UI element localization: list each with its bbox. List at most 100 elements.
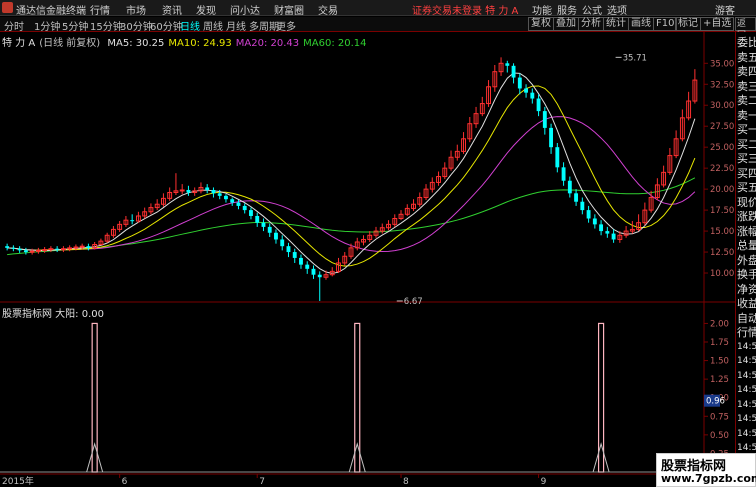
candle-body-down	[261, 222, 266, 227]
indicator-spike-line	[86, 442, 104, 473]
user-guest[interactable]: 游客	[715, 2, 735, 17]
title-bar: 通达信金融终端 行情 市场 资讯 发现 问小达 财富圈 交易 证券交易未登录 特…	[0, 0, 756, 17]
side-panel-item: 自动	[737, 311, 756, 325]
y-tick-label: 30.00	[710, 101, 734, 111]
indicator-spike-line	[592, 442, 610, 473]
side-panel-item: 14:50	[737, 341, 756, 352]
side-panel-item: 涨幅	[737, 224, 756, 238]
candle-body-down	[561, 167, 566, 181]
side-panel-item: 14:50	[737, 356, 756, 366]
period-monthly[interactable]: 月线	[226, 18, 246, 33]
candle-body-down	[286, 246, 291, 253]
menu-item-wealth[interactable]: 财富圈	[274, 2, 304, 17]
candle-body-down	[224, 195, 228, 200]
y-tick-label: 22.50	[710, 164, 734, 174]
candle-body-down	[242, 205, 247, 211]
overlay-button[interactable]: 叠加	[553, 17, 579, 31]
period-15min[interactable]: 15分钟	[90, 18, 123, 33]
candle-body-down	[599, 224, 604, 232]
period-more[interactable]: 更多	[276, 18, 296, 33]
candle-body-up	[35, 249, 41, 252]
side-panel-item: 14:50	[737, 385, 756, 395]
y-tick-label: 32.50	[710, 80, 734, 90]
side-panel-item: 14:50	[737, 428, 756, 439]
menu-item-service[interactable]: 服务	[557, 2, 577, 17]
candle-body-down	[205, 187, 210, 190]
side-panel-item: 买三	[737, 152, 756, 165]
candle-body-down	[611, 233, 616, 240]
menu-item-formula[interactable]: 公式	[582, 2, 602, 17]
menu-item-quotes[interactable]: 行情	[90, 2, 110, 17]
menu-item-options[interactable]: 选项	[607, 2, 627, 17]
period-5min[interactable]: 5分钟	[62, 18, 88, 33]
extreme-label: 35.71	[623, 53, 647, 63]
menu-item-ask[interactable]: 问小达	[230, 2, 260, 17]
menu-item-market[interactable]: 市场	[126, 2, 146, 17]
site-watermark: 股票指标网 www.7gpzb.com	[656, 453, 756, 487]
side-panel-item: 净资	[737, 282, 756, 296]
side-panel-item: 14:50	[737, 414, 756, 424]
period-intraday[interactable]: 分时	[4, 18, 24, 33]
f10-button[interactable]: F10	[653, 17, 678, 31]
side-panel-item: 卖一	[737, 108, 756, 122]
period-30min[interactable]: 30分钟	[120, 18, 153, 33]
sub-y-tick-label: 1.25	[710, 375, 729, 385]
candle-body-down	[5, 246, 10, 248]
x-tick-label: 8	[403, 477, 409, 487]
extreme-label: 6.67	[404, 297, 423, 307]
menu-item-discover[interactable]: 发现	[196, 2, 216, 17]
login-notice[interactable]: 证券交易未登录 特 力 A	[412, 2, 518, 17]
menu-item-function[interactable]: 功能	[532, 2, 552, 17]
candle-body-down	[292, 252, 297, 258]
candle-body-down	[555, 147, 560, 168]
y-tick-label: 27.50	[710, 122, 734, 132]
mark-button[interactable]: 标记	[675, 17, 701, 31]
period-1min[interactable]: 1分钟	[34, 18, 60, 33]
period-daily[interactable]: 日线	[180, 18, 200, 33]
side-panel-item: 总量	[737, 239, 756, 252]
period-weekly[interactable]: 周线	[203, 18, 223, 33]
candle-body-down	[17, 248, 22, 251]
add-watchlist-button[interactable]: +自选	[700, 17, 735, 31]
draw-button[interactable]: 画线	[628, 17, 654, 31]
candle-body-down	[505, 63, 510, 66]
side-panel-item: 卖四	[737, 65, 756, 78]
candle-body-down	[311, 268, 316, 275]
analysis-button[interactable]: 分析	[578, 17, 604, 31]
ma10-line	[7, 85, 696, 267]
candle-body-down	[517, 77, 522, 89]
side-panel-item: 14:50	[737, 399, 756, 410]
y-tick-label: 12.50	[710, 248, 734, 258]
watermark-url: www.7gpzb.com	[661, 472, 756, 485]
candle-body-down	[186, 189, 191, 193]
adjust-button[interactable]: 复权	[528, 17, 554, 31]
candle-body-up	[42, 249, 48, 252]
y-tick-label: 25.00	[710, 143, 734, 153]
candle-body-up	[29, 250, 35, 253]
side-panel-item: 收益	[737, 297, 756, 310]
candle-body-down	[580, 201, 585, 211]
side-panel-item: 委比	[737, 36, 756, 49]
sub-y-tick-label: 2.00	[710, 319, 729, 329]
quote-side-panel[interactable]: 委比 卖五 卖四 卖三 卖二 卖一 买一 买二 买三 买四 买五 现价 涨跌 涨幅 总量 外盘 换手 净资 收益 自动…	[735, 32, 756, 487]
period-60min[interactable]: 60分钟	[150, 18, 183, 33]
current-value-label: 0.96	[706, 397, 725, 407]
candle-body-down	[274, 232, 278, 240]
candle-body-down	[130, 220, 135, 222]
candle-body-up	[67, 247, 73, 250]
stats-button[interactable]: 统计	[603, 17, 629, 31]
x-tick-label: 9	[541, 477, 547, 487]
price-chart[interactable]: 10.00 12.50 15.00 17.50 20.00 22.50 25.00 27.50…	[0, 32, 735, 487]
x-tick-label: 6	[122, 477, 128, 487]
back-button[interactable]: 返回	[735, 17, 756, 41]
candle-body-down	[592, 218, 597, 225]
indicator-spike-line	[348, 442, 366, 473]
side-panel-item: 卖三	[737, 79, 756, 93]
candle-body-down	[280, 239, 285, 247]
menu-item-trade[interactable]: 交易	[318, 2, 338, 17]
period-multi[interactable]: 多周期	[249, 18, 279, 33]
candle-body-down	[230, 199, 235, 203]
menu-item-news[interactable]: 资讯	[162, 2, 182, 17]
candle-body-down	[536, 98, 541, 112]
side-panel-item: 现价	[737, 195, 756, 209]
